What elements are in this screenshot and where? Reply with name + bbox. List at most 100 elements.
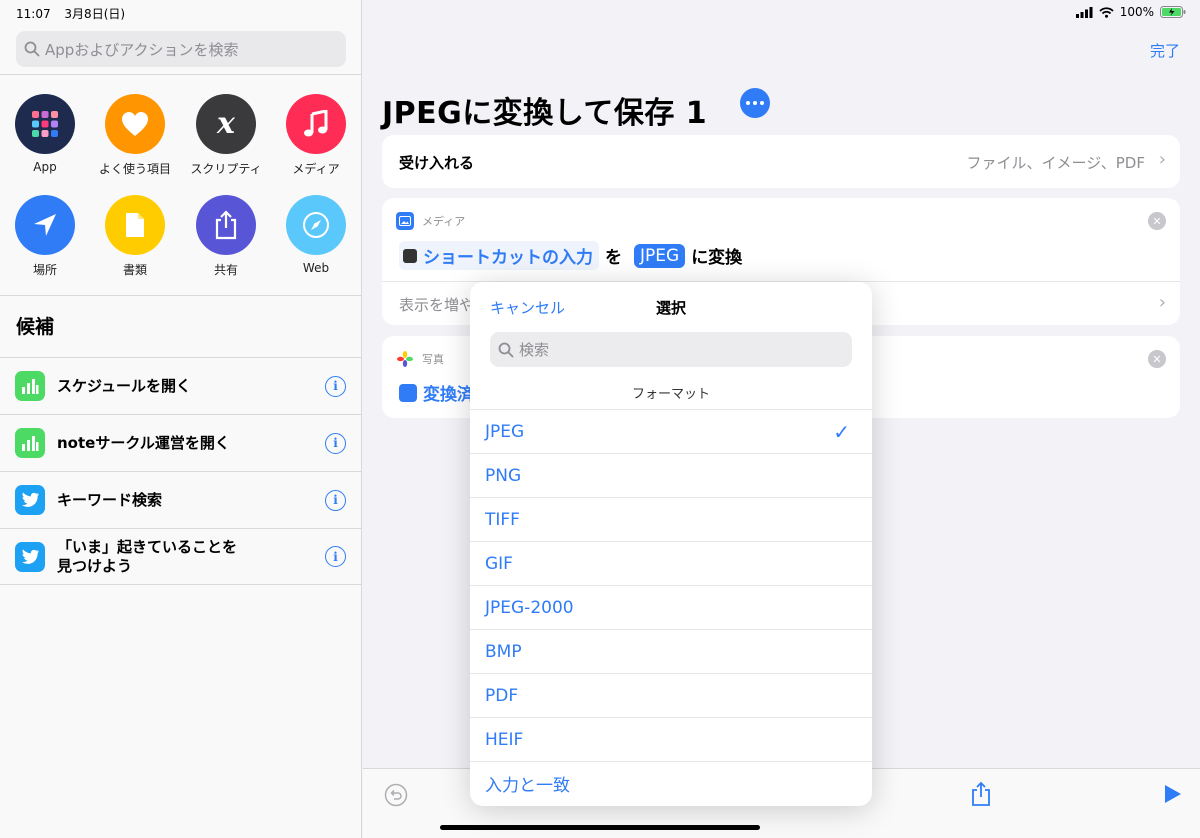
- wifi-icon: [1099, 6, 1114, 18]
- format-option[interactable]: JPEG-2000: [470, 585, 872, 629]
- category-documents[interactable]: 書類: [90, 195, 180, 278]
- variable-token[interactable]: ショートカットの入力: [399, 241, 599, 270]
- sentence-word: に変換: [691, 248, 743, 268]
- undo-icon[interactable]: [384, 783, 408, 807]
- format-option[interactable]: 入力と一致: [470, 761, 872, 805]
- music-note-icon: [286, 94, 346, 154]
- shortcuts-chart-icon: [15, 428, 45, 458]
- suggestion-item[interactable]: 「いま」起きていることを 見つけよう i: [0, 528, 362, 585]
- sidebar: 11:07 3月8日(日) Appおよびアクションを検索 App よく使う項目 …: [0, 0, 362, 838]
- option-label: HEIF: [485, 729, 524, 750]
- compass-icon: [286, 195, 346, 255]
- suggestion-label: スケジュールを開く: [57, 376, 191, 395]
- format-option[interactable]: PDF: [470, 673, 872, 717]
- photos-icon: [396, 350, 414, 368]
- accept-input-row[interactable]: 受け入れる ファイル、イメージ、PDF ›: [382, 135, 1180, 188]
- category-label: スクリプティ: [190, 162, 262, 176]
- option-label: 入力と一致: [485, 776, 570, 796]
- category-web[interactable]: Web: [271, 195, 361, 275]
- shortcuts-icon: [403, 248, 417, 263]
- action-category: メディア: [422, 215, 466, 228]
- category-location[interactable]: 場所: [0, 195, 90, 278]
- battery-charging-icon: [1160, 6, 1186, 18]
- section-header: フォーマット: [631, 387, 710, 402]
- cellular-signal-icon: [1075, 6, 1093, 18]
- accept-value: ファイル、イメージ、PDF: [966, 154, 1145, 172]
- option-label: JPEG-2000: [485, 597, 574, 618]
- home-indicator: [440, 825, 760, 830]
- format-option[interactable]: JPEG ✓: [470, 409, 872, 453]
- suggestion-label: キーワード検索: [57, 490, 163, 509]
- checkmark-icon: ✓: [833, 419, 850, 444]
- status-time: 11:07: [16, 7, 51, 21]
- suggestion-item[interactable]: スケジュールを開く i: [0, 357, 362, 414]
- category-label: Web: [302, 261, 330, 275]
- picker-search-input[interactable]: 検索: [490, 332, 852, 367]
- cancel-button[interactable]: キャンセル: [490, 297, 565, 318]
- category-media[interactable]: メディア: [271, 94, 361, 177]
- format-option-list: JPEG ✓ PNG TIFF GIF JPEG-2000 BMP PDF HE…: [470, 409, 872, 805]
- action-search-placeholder: Appおよびアクションを検索: [45, 40, 239, 59]
- sentence-word: を: [605, 248, 622, 268]
- search-icon: [24, 41, 40, 57]
- category-label: App: [33, 160, 57, 174]
- info-icon[interactable]: i: [325, 375, 346, 397]
- play-icon[interactable]: [1162, 784, 1182, 804]
- category-app[interactable]: App: [0, 94, 90, 174]
- accept-label: 受け入れる: [399, 154, 475, 172]
- battery-percent: 100%: [1119, 5, 1154, 19]
- suggestion-item[interactable]: noteサークル運営を開く i: [0, 414, 362, 471]
- action-search-input[interactable]: Appおよびアクションを検索: [16, 31, 346, 67]
- format-option[interactable]: TIFF: [470, 497, 872, 541]
- format-option[interactable]: BMP: [470, 629, 872, 673]
- shortcut-title[interactable]: JPEGに変換して保存 1: [382, 88, 707, 132]
- category-share[interactable]: 共有: [181, 195, 271, 278]
- twitter-bird-icon: [15, 485, 45, 515]
- status-date: 3月8日(日): [64, 7, 126, 21]
- format-option[interactable]: GIF: [470, 541, 872, 585]
- suggestion-label: 「いま」起きていることを 見つけよう: [57, 537, 238, 575]
- category-label: 書類: [122, 263, 147, 277]
- remove-action-button[interactable]: ✕: [1148, 212, 1166, 230]
- twitter-bird-icon: [15, 541, 45, 572]
- variable-label[interactable]: 変換済: [423, 380, 474, 405]
- info-icon[interactable]: i: [325, 432, 346, 454]
- share-icon[interactable]: [971, 781, 991, 807]
- format-parameter-token[interactable]: JPEG: [634, 243, 686, 268]
- chevron-right-icon: ›: [1158, 149, 1166, 170]
- info-icon[interactable]: i: [325, 546, 346, 567]
- action-sentence: ショートカットの入力 を JPEG に変換: [399, 241, 742, 270]
- done-button[interactable]: 完了: [1150, 40, 1180, 61]
- divider: [0, 74, 362, 75]
- category-label: 共有: [213, 263, 238, 277]
- suggestion-label: noteサークル運営を開く: [57, 433, 230, 452]
- more-options-button[interactable]: [740, 88, 770, 118]
- category-label: よく使う項目: [98, 162, 171, 176]
- format-option[interactable]: PNG: [470, 453, 872, 497]
- category-favorites[interactable]: よく使う項目: [90, 94, 180, 177]
- format-picker-popover: 選択 キャンセル 検索 フォーマット JPEG ✓ PNG TIFF GIF J…: [470, 282, 872, 806]
- option-label: PDF: [485, 685, 519, 706]
- shortcuts-chart-icon: [15, 371, 45, 401]
- script-x-icon: x: [196, 94, 256, 154]
- action-sentence: 変換済: [399, 380, 474, 405]
- remove-action-button[interactable]: ✕: [1148, 350, 1166, 368]
- format-option[interactable]: HEIF: [470, 717, 872, 761]
- suggestion-item[interactable]: キーワード検索 i: [0, 471, 362, 528]
- status-bar-left: 11:07 3月8日(日): [16, 5, 135, 22]
- suggestions-title: 候補: [16, 316, 55, 338]
- media-photo-icon: [399, 383, 417, 402]
- document-icon: [105, 195, 165, 255]
- divider: [0, 295, 362, 296]
- category-scripting[interactable]: x スクリプティ: [181, 94, 271, 177]
- chevron-right-icon: ›: [1158, 292, 1166, 313]
- show-more-button[interactable]: 表示を増や: [399, 294, 474, 315]
- info-icon[interactable]: i: [325, 489, 346, 511]
- variable-label: ショートカットの入力: [423, 248, 593, 268]
- share-icon: [196, 195, 256, 255]
- option-label: BMP: [485, 641, 522, 662]
- category-label: 場所: [32, 263, 57, 277]
- option-label: JPEG: [485, 421, 525, 442]
- action-category: 写真: [422, 353, 444, 366]
- location-arrow-icon: [15, 195, 75, 255]
